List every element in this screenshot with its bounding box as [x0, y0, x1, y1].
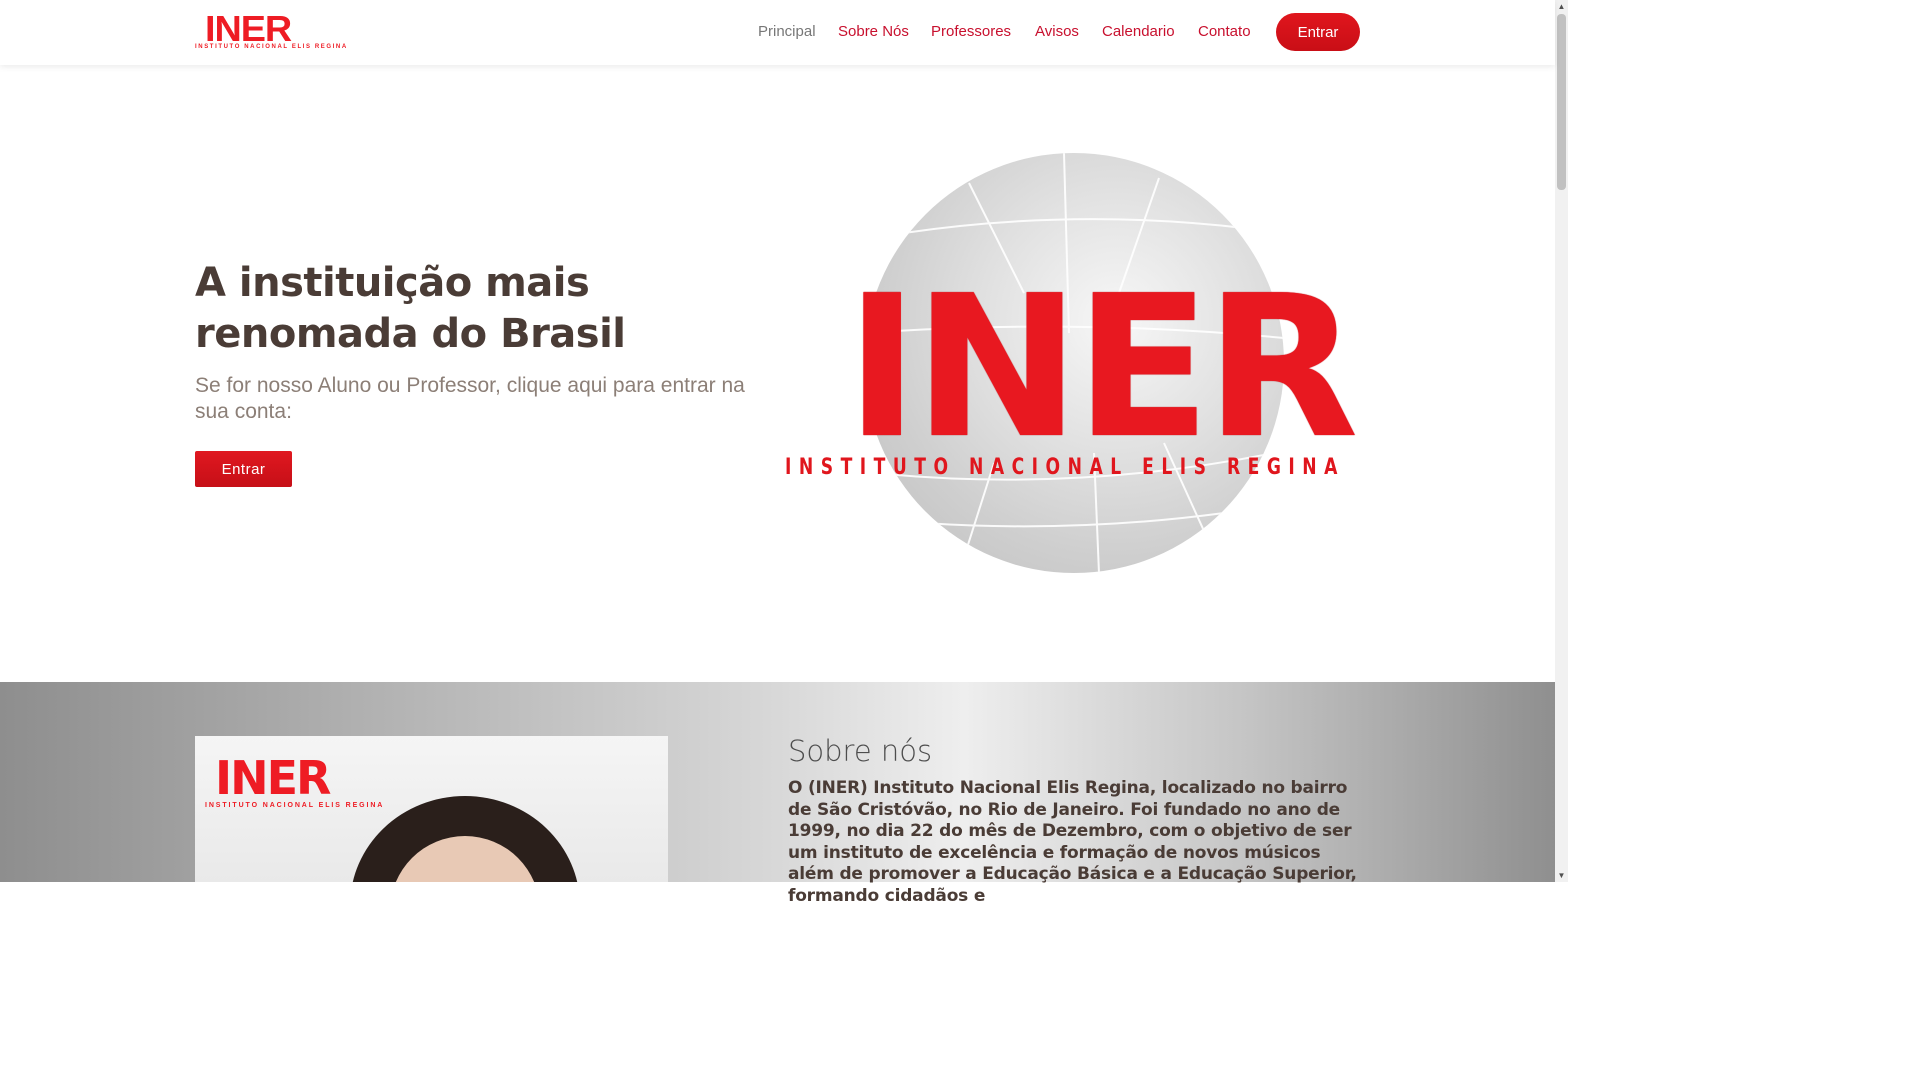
- about-text: O (INER) Instituto Nacional Elis Regina,…: [788, 778, 1357, 906]
- header-logo-text: INER: [205, 8, 292, 49]
- photo-logo-tagline: INSTITUTO NACIONAL ELIS REGINA: [205, 802, 385, 809]
- photo-logo-text: INER: [215, 751, 331, 805]
- about-title: Sobre nós: [788, 734, 933, 768]
- header-logo-tagline: INSTITUTO NACIONAL ELIS REGINA: [195, 44, 348, 50]
- nav-item-sobre-nos[interactable]: Sobre Nós: [838, 23, 909, 40]
- hero-subtitle: Se for nosso Aluno ou Professor, clique …: [195, 374, 745, 423]
- hero-title: A instituição mais renomada do Brasil: [195, 260, 626, 357]
- nav-item-principal[interactable]: Principal: [758, 23, 816, 40]
- hero-logo-image: INER INSTITUTO NACIONAL ELIS REGINA: [785, 153, 1365, 575]
- nav-item-professores[interactable]: Professores: [931, 23, 1011, 40]
- header-login-button[interactable]: Entrar: [1276, 13, 1360, 51]
- hero-logo-tagline: INSTITUTO NACIONAL ELIS REGINA: [785, 455, 1345, 480]
- about-photo: INER INSTITUTO NACIONAL ELIS REGINA: [195, 736, 668, 882]
- hero-login-button[interactable]: Entrar: [195, 451, 292, 487]
- page-scrollbar[interactable]: ▲ ▼: [1555, 0, 1568, 882]
- scrollbar-thumb[interactable]: [1557, 14, 1566, 190]
- hero-logo-text: INER: [845, 254, 1359, 482]
- nav-item-avisos[interactable]: Avisos: [1035, 23, 1079, 40]
- scroll-down-icon[interactable]: ▼: [1555, 869, 1568, 882]
- photo-logo: INER INSTITUTO NACIONAL ELIS REGINA: [205, 751, 385, 809]
- nav-item-calendario[interactable]: Calendario: [1102, 23, 1175, 40]
- site-header: INER INSTITUTO NACIONAL ELIS REGINA Prin…: [0, 0, 1555, 65]
- header-logo[interactable]: INER INSTITUTO NACIONAL ELIS REGINA: [195, 8, 346, 52]
- nav-item-contato[interactable]: Contato: [1198, 23, 1251, 40]
- scroll-up-icon[interactable]: ▲: [1555, 0, 1568, 13]
